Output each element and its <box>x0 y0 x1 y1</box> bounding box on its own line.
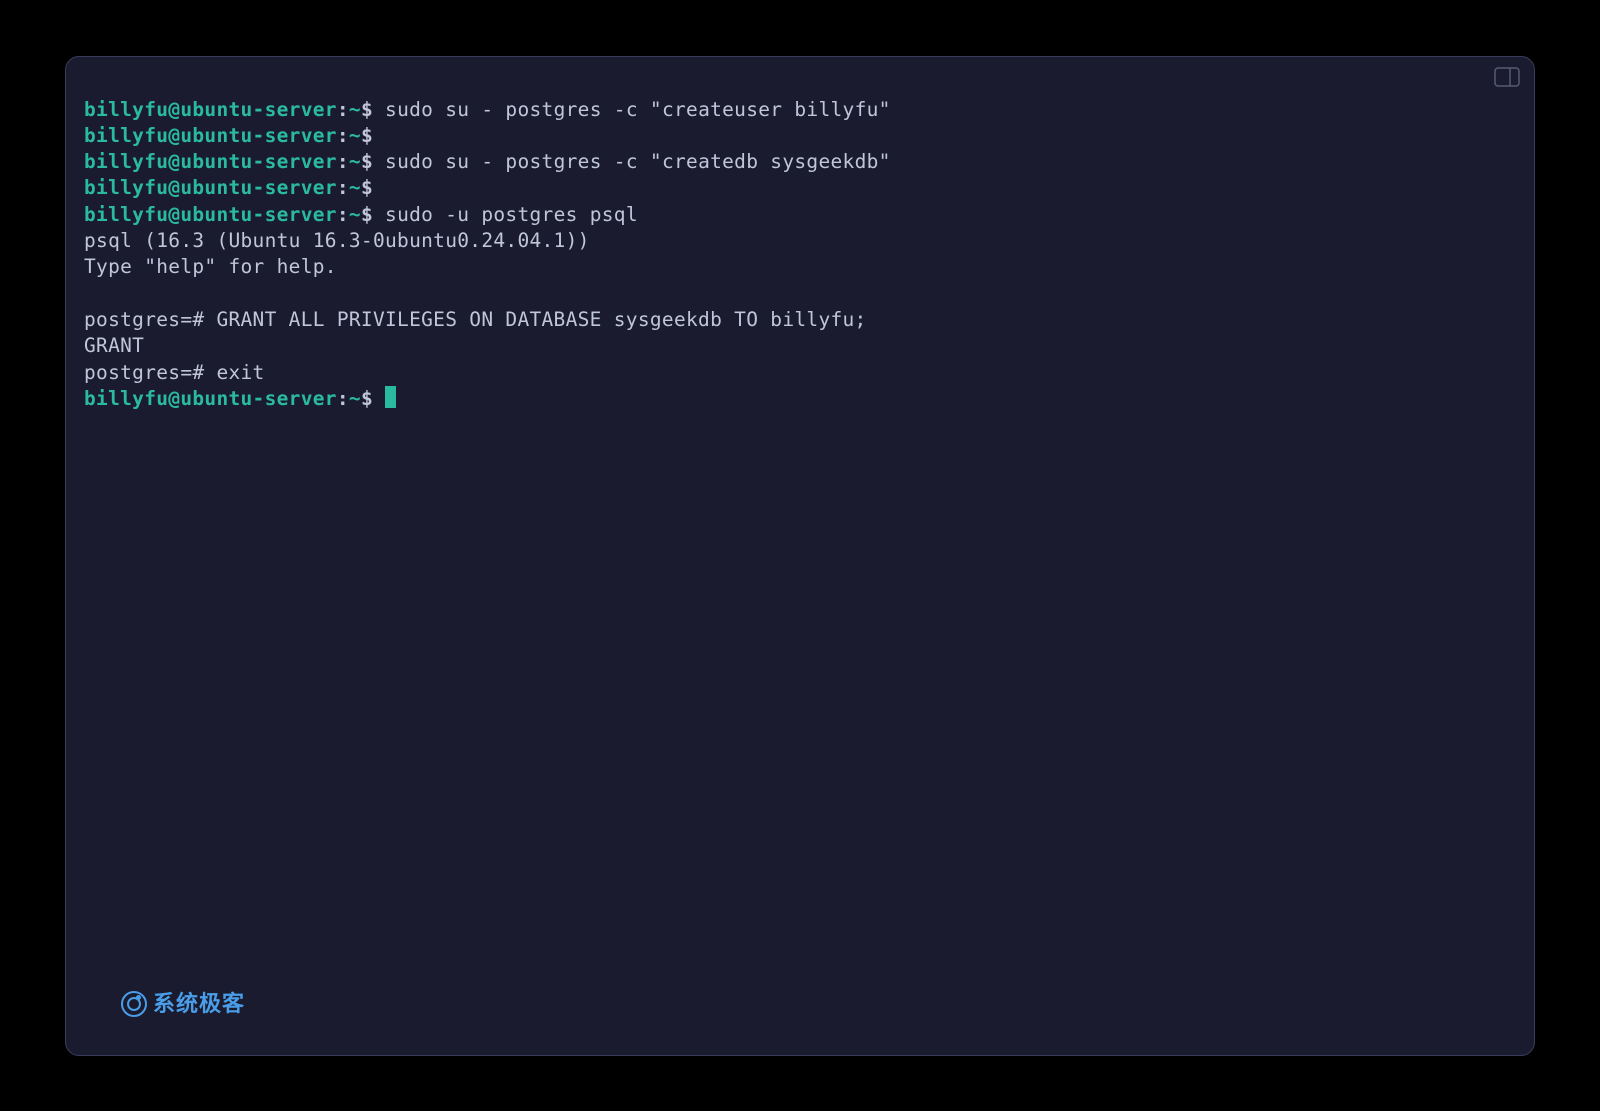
output-text: Type "help" for help. <box>84 255 337 278</box>
terminal-line: billyfu@ubuntu-server:~$ sudo -u postgre… <box>84 202 1516 228</box>
terminal-line: billyfu@ubuntu-server:~$ <box>84 386 1516 412</box>
terminal-line: psql (16.3 (Ubuntu 16.3-0ubuntu0.24.04.1… <box>84 228 1516 254</box>
prompt-path: ~ <box>349 150 361 173</box>
watermark-logo-icon <box>121 991 147 1017</box>
watermark: 系统极客 <box>121 989 245 1019</box>
prompt-path: ~ <box>349 176 361 199</box>
command-text <box>373 387 385 410</box>
terminal-line <box>84 281 1516 307</box>
prompt-path: ~ <box>349 387 361 410</box>
titlebar <box>66 57 1534 89</box>
output-text: GRANT <box>84 334 144 357</box>
terminal-line: billyfu@ubuntu-server:~$ <box>84 123 1516 149</box>
terminal-line: postgres=# exit <box>84 360 1516 386</box>
prompt-dollar: $ <box>361 387 373 410</box>
prompt-dollar: $ <box>361 124 373 147</box>
prompt-colon: : <box>337 203 349 226</box>
prompt-user-host: billyfu@ubuntu-server <box>84 176 337 199</box>
prompt-dollar: $ <box>361 98 373 121</box>
terminal-line: billyfu@ubuntu-server:~$ sudo su - postg… <box>84 149 1516 175</box>
split-panel-icon[interactable] <box>1494 67 1520 87</box>
prompt-user-host: billyfu@ubuntu-server <box>84 124 337 147</box>
terminal-line: billyfu@ubuntu-server:~$ <box>84 175 1516 201</box>
prompt-user-host: billyfu@ubuntu-server <box>84 387 337 410</box>
prompt-colon: : <box>337 124 349 147</box>
prompt-user-host: billyfu@ubuntu-server <box>84 203 337 226</box>
prompt-colon: : <box>337 176 349 199</box>
prompt-colon: : <box>337 98 349 121</box>
command-text: sudo su - postgres -c "createdb sysgeekd… <box>373 150 891 173</box>
prompt-path: ~ <box>349 203 361 226</box>
prompt-dollar: $ <box>361 150 373 173</box>
terminal-line: GRANT <box>84 333 1516 359</box>
cursor <box>385 386 396 408</box>
command-text: sudo su - postgres -c "createuser billyf… <box>373 98 891 121</box>
watermark-text: 系统极客 <box>153 989 245 1019</box>
prompt-colon: : <box>337 150 349 173</box>
prompt-user-host: billyfu@ubuntu-server <box>84 150 337 173</box>
prompt-colon: : <box>337 387 349 410</box>
terminal-content[interactable]: billyfu@ubuntu-server:~$ sudo su - postg… <box>66 89 1534 1055</box>
output-text: postgres=# GRANT ALL PRIVILEGES ON DATAB… <box>84 308 867 331</box>
terminal-line: billyfu@ubuntu-server:~$ sudo su - postg… <box>84 97 1516 123</box>
terminal-line: Type "help" for help. <box>84 254 1516 280</box>
prompt-dollar: $ <box>361 203 373 226</box>
output-text: postgres=# exit <box>84 361 265 384</box>
prompt-path: ~ <box>349 98 361 121</box>
prompt-path: ~ <box>349 124 361 147</box>
terminal-line: postgres=# GRANT ALL PRIVILEGES ON DATAB… <box>84 307 1516 333</box>
prompt-user-host: billyfu@ubuntu-server <box>84 98 337 121</box>
terminal-window[interactable]: billyfu@ubuntu-server:~$ sudo su - postg… <box>65 56 1535 1056</box>
command-text: sudo -u postgres psql <box>373 203 638 226</box>
prompt-dollar: $ <box>361 176 373 199</box>
output-text: psql (16.3 (Ubuntu 16.3-0ubuntu0.24.04.1… <box>84 229 590 252</box>
